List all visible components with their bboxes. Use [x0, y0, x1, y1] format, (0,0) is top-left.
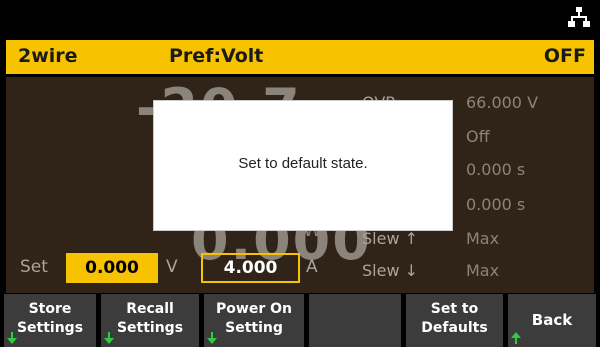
sense-mode-status: 2wire — [18, 45, 78, 67]
arrow-down-icon — [7, 332, 17, 344]
arrow-down-icon — [104, 332, 114, 344]
set-to-defaults-softkey[interactable]: Set to Defaults — [406, 294, 503, 347]
ocp-state-value: Off — [466, 127, 490, 146]
back-softkey[interactable]: Back — [508, 294, 596, 347]
slew-down-value: Max — [466, 261, 500, 280]
softkey-label-line1: Store — [28, 301, 72, 317]
current-unit: A — [306, 257, 318, 277]
instrument-screen: 2wire Pref:Volt OFF -20.7 OVP 66.000 V O… — [0, 0, 600, 347]
slew-down-label: Slew ↓ — [362, 261, 419, 280]
priority-mode-status: Pref:Volt — [169, 45, 264, 67]
delay-value-2: 0.000 s — [466, 195, 526, 214]
top-bar — [0, 0, 600, 37]
softkey-label-line1: Power On — [216, 301, 292, 317]
arrow-up-icon — [511, 332, 521, 344]
softkey-label-line2: Settings — [116, 320, 184, 336]
slew-up-label: Slew ↑ — [362, 229, 419, 248]
set-label: Set — [20, 257, 48, 277]
arrow-down-icon — [207, 332, 217, 344]
voltage-setpoint-field[interactable]: 0.000 — [66, 253, 158, 283]
softkey-label-line2: Settings — [16, 320, 84, 336]
softkey-label-line1: Set to — [430, 301, 479, 317]
softkey-label-line1: Back — [531, 311, 573, 329]
power-on-setting-softkey[interactable]: Power On Setting — [204, 294, 304, 347]
current-setpoint-field[interactable]: 4.000 — [201, 253, 300, 283]
store-settings-softkey[interactable]: Store Settings — [4, 294, 96, 347]
lan-network-icon — [568, 7, 590, 27]
softkey-label-line2: Setting — [225, 320, 283, 336]
softkey-label-line1: Recall — [126, 301, 174, 317]
softkey-bar: Store Settings Recall Settings Power On … — [0, 294, 600, 347]
softkey-label-line2: Defaults — [421, 320, 488, 336]
status-bar: 2wire Pref:Volt OFF — [6, 40, 594, 74]
delay-value-1: 0.000 s — [466, 160, 526, 179]
voltage-unit: V — [166, 257, 178, 277]
slew-up-value: Max — [466, 229, 500, 248]
recall-settings-softkey[interactable]: Recall Settings — [101, 294, 199, 347]
empty-softkey[interactable] — [309, 294, 401, 347]
output-state-status: OFF — [543, 45, 586, 67]
dialog-message: Set to default state. — [238, 155, 368, 172]
ovp-value: 66.000 V — [466, 93, 539, 112]
message-dialog: Set to default state. — [153, 100, 453, 231]
